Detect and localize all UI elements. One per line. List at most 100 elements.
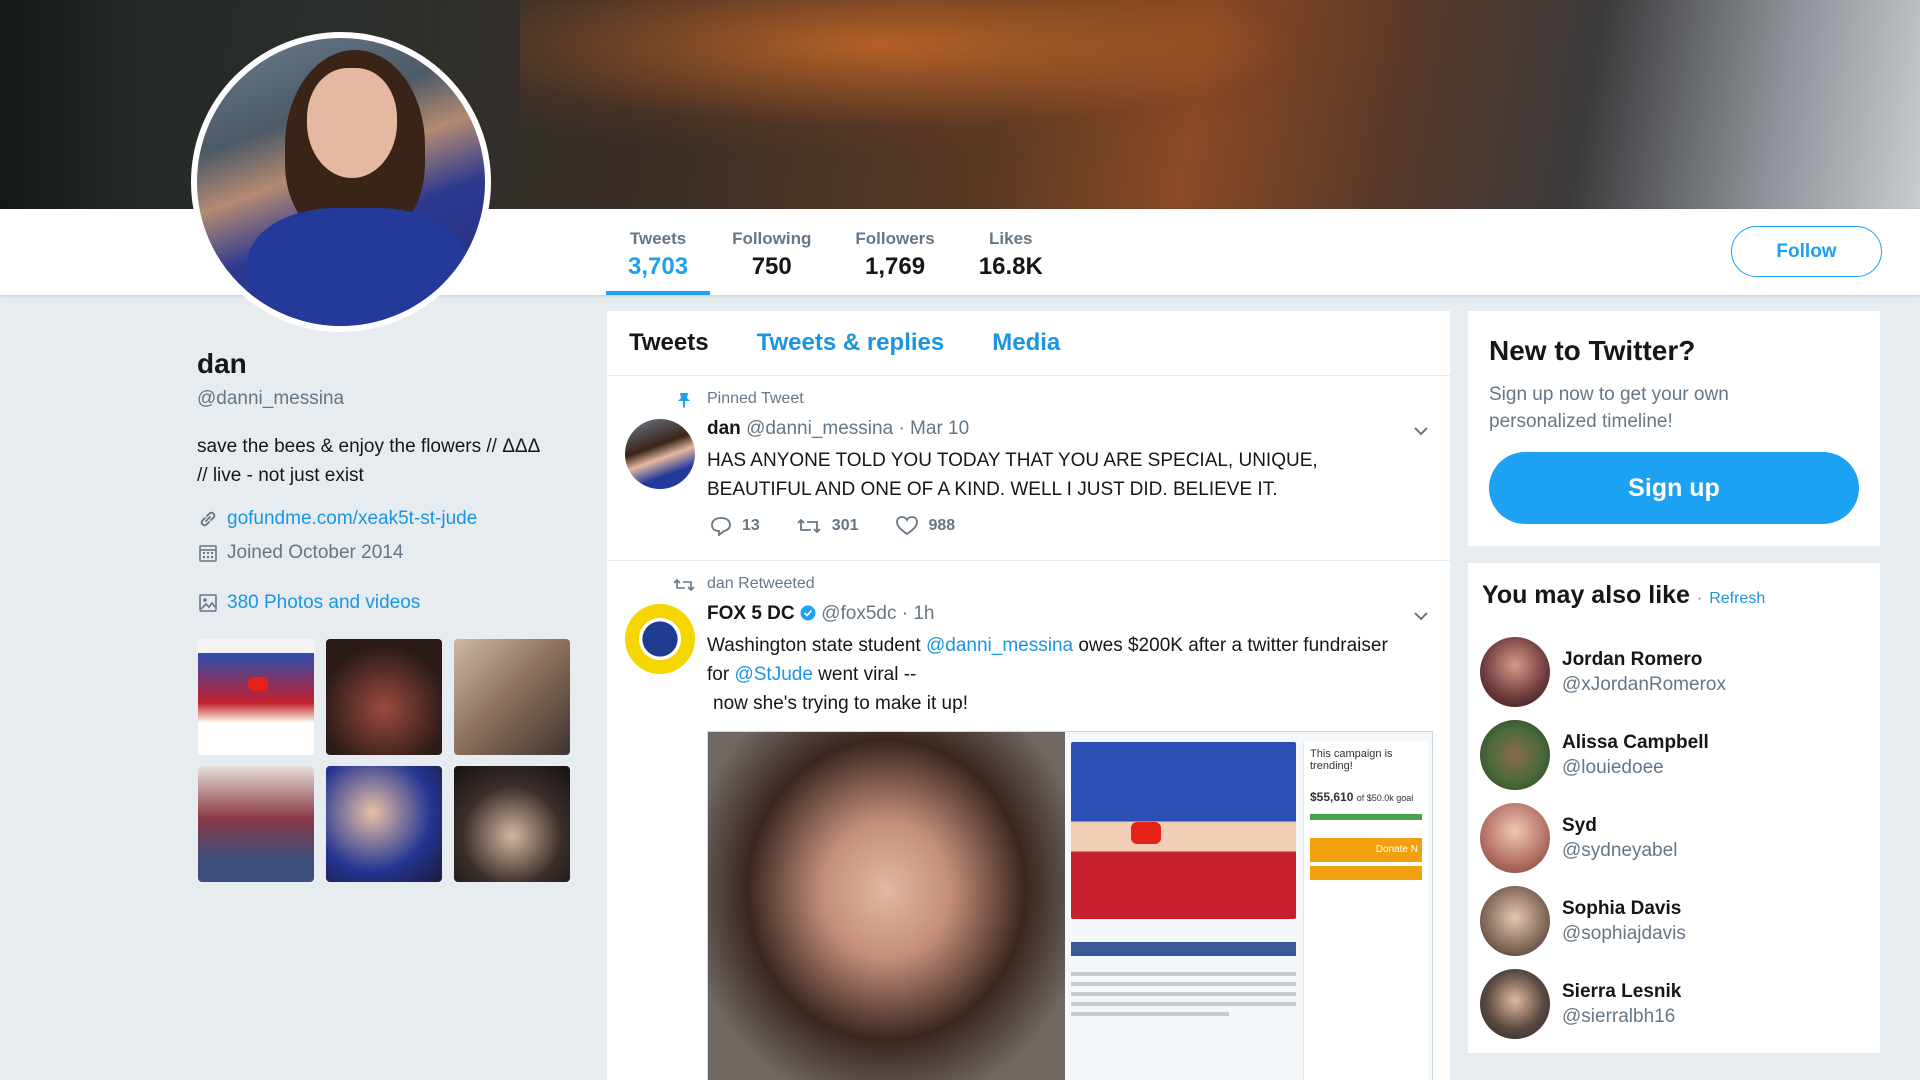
media-amount: $55,610 of $50.0k goal [1310, 790, 1422, 804]
tweet-text-line: for @StJude went viral -- [707, 660, 1388, 689]
avatar-shirt [247, 208, 467, 326]
tweet-media-image[interactable]: This campaign is trending! $55,610 of $5… [707, 731, 1433, 1080]
suggested-user-handle: @xJordanRomerox [1562, 673, 1726, 695]
suggested-user[interactable]: Sierra Lesnik @sierralbh16 [1480, 969, 1681, 1039]
photos-and-videos-link[interactable]: 380 Photos and videos [227, 592, 420, 614]
profile-card: dan @danni_messina save the bees & enjoy… [197, 348, 577, 614]
sign-up-button[interactable]: Sign up [1489, 452, 1859, 524]
follow-button[interactable]: Follow [1731, 226, 1882, 277]
verified-badge-icon [800, 603, 821, 624]
tweet-author-name[interactable]: dan [707, 418, 741, 439]
tweet-avatar[interactable] [625, 419, 695, 489]
media-text-line [1071, 1012, 1229, 1016]
refresh-link[interactable]: Refresh [1709, 590, 1765, 607]
avatar[interactable] [1480, 886, 1550, 956]
stat-label: Likes [989, 229, 1033, 248]
suggested-user[interactable]: Syd @sydneyabel [1480, 803, 1677, 873]
media-screenshot: This campaign is trending! $55,610 of $5… [1065, 732, 1432, 1080]
media-goal-text: of $50.0k goal [1356, 793, 1414, 803]
tweet-text-line: HAS ANYONE TOLD YOU TODAY THAT YOU ARE S… [707, 450, 1318, 471]
mention-link[interactable]: @StJude [734, 664, 812, 685]
tab-tweets[interactable]: Tweets [629, 329, 709, 357]
tweet-retweeted[interactable]: dan Retweeted FOX 5 DC @fox5dc · 1h Wash… [607, 561, 1450, 1080]
suggested-user-handle: @sydneyabel [1562, 839, 1678, 861]
like-action[interactable]: 988 [895, 516, 956, 536]
tweet-pinned[interactable]: Pinned Tweet dan @danni_messina · Mar 10… [607, 376, 1450, 561]
reply-action[interactable]: 13 [710, 516, 760, 536]
retweet-icon [797, 518, 821, 534]
retweet-action[interactable]: 301 [796, 516, 859, 536]
media-thumbnail[interactable] [326, 639, 442, 755]
media-child-photo [1071, 742, 1296, 919]
profile-website-link[interactable]: gofundme.com/xeak5t-st-jude [227, 508, 477, 530]
suggested-user-handle: @sophiajdavis [1562, 922, 1686, 944]
tweet-header: dan @danni_messina · Mar 10 [707, 418, 969, 440]
media-thumbnail[interactable] [198, 639, 314, 755]
like-count: 988 [928, 517, 956, 534]
suggested-user-name[interactable]: Sophia Davis [1562, 898, 1686, 920]
stat-label: Following [732, 229, 812, 248]
stat-tweets[interactable]: Tweets 3,703 [606, 209, 711, 295]
chevron-down-icon[interactable] [1412, 607, 1430, 625]
suggested-user-name[interactable]: Alissa Campbell [1562, 732, 1709, 754]
suggested-user-handle: @sierralbh16 [1562, 1005, 1676, 1027]
mention-link[interactable]: @danni_messina [926, 635, 1073, 656]
chevron-down-icon[interactable] [1412, 422, 1430, 440]
tweet-author-name[interactable]: FOX 5 DC [707, 603, 795, 624]
suggested-user-name[interactable]: Sierra Lesnik [1562, 981, 1681, 1003]
suggested-user[interactable]: Jordan Romero @xJordanRomerox [1480, 637, 1726, 707]
tweet-text: HAS ANYONE TOLD YOU TODAY THAT YOU ARE S… [707, 446, 1318, 504]
media-thumbnail[interactable] [326, 766, 442, 882]
stat-followers[interactable]: Followers 1,769 [833, 209, 956, 295]
suggested-user-name[interactable]: Syd [1562, 815, 1677, 837]
stat-value: 750 [751, 253, 792, 280]
media-share-bar [1071, 942, 1296, 956]
tweet-avatar[interactable] [625, 604, 695, 674]
suggested-user[interactable]: Sophia Davis @sophiajdavis [1480, 886, 1686, 956]
tab-media[interactable]: Media [992, 329, 1060, 357]
stat-label: Followers [855, 229, 935, 248]
tweet-author-handle[interactable]: @danni_messina [746, 418, 893, 439]
suggested-user-info: Alissa Campbell @louiedoee [1562, 732, 1709, 779]
media-text-line [1071, 1002, 1296, 1006]
profile-avatar[interactable] [191, 32, 491, 332]
profile-name[interactable]: dan [197, 348, 577, 380]
tweet-author-handle[interactable]: @fox5dc [821, 603, 896, 624]
profile-joined-date: Joined October 2014 [227, 542, 404, 563]
profile-handle[interactable]: @danni_messina [197, 388, 577, 410]
media-thumbnail[interactable] [454, 766, 570, 882]
suggested-user-name[interactable]: Jordan Romero [1562, 649, 1726, 671]
avatar[interactable] [1480, 969, 1550, 1039]
who-to-follow-heading: You may also like [1482, 581, 1690, 609]
tweet-text-segment: went viral -- [812, 664, 917, 685]
stat-following[interactable]: Following 750 [710, 209, 833, 295]
media-thumbnail[interactable] [198, 766, 314, 882]
new-to-twitter-title: New to Twitter? [1489, 335, 1696, 366]
avatar[interactable] [1480, 803, 1550, 873]
media-progress-bar [1310, 814, 1422, 820]
avatar[interactable] [1480, 637, 1550, 707]
media-amount-value: $55,610 [1310, 790, 1354, 804]
tweet-text-segment: Washington state student [707, 635, 926, 656]
media-text-block [1071, 942, 1296, 1080]
reply-icon [711, 517, 731, 536]
stat-likes[interactable]: Likes 16.8K [957, 209, 1065, 295]
tab-tweets-and-replies[interactable]: Tweets & replies [757, 329, 945, 357]
avatar[interactable] [1480, 720, 1550, 790]
suggested-user[interactable]: Alissa Campbell @louiedoee [1480, 720, 1709, 790]
media-thumbnail[interactable] [454, 639, 570, 755]
tweet-context-label: dan Retweeted [707, 575, 815, 592]
profile-bio: save the bees & enjoy the flowers // ΔΔΔ… [197, 432, 577, 490]
tweet-timestamp[interactable]: · Mar 10 [898, 418, 969, 439]
avatar-face [307, 68, 397, 178]
timeline-panel: Tweets Tweets & replies Media Pinned Twe… [607, 311, 1450, 1080]
tweet-header: FOX 5 DC @fox5dc · 1h [707, 603, 935, 625]
subtitle-line: Sign up now to get your own [1489, 384, 1729, 405]
link-icon [197, 508, 219, 530]
title-separator: · [1696, 590, 1703, 607]
tweet-text: Washington state student @danni_messina … [707, 631, 1388, 718]
who-to-follow-card: You may also like · Refresh Jordan Romer… [1468, 563, 1880, 1053]
tweet-timestamp[interactable]: · 1h [902, 603, 935, 624]
photo-icon [197, 592, 219, 614]
stat-value: 16.8K [978, 253, 1043, 280]
